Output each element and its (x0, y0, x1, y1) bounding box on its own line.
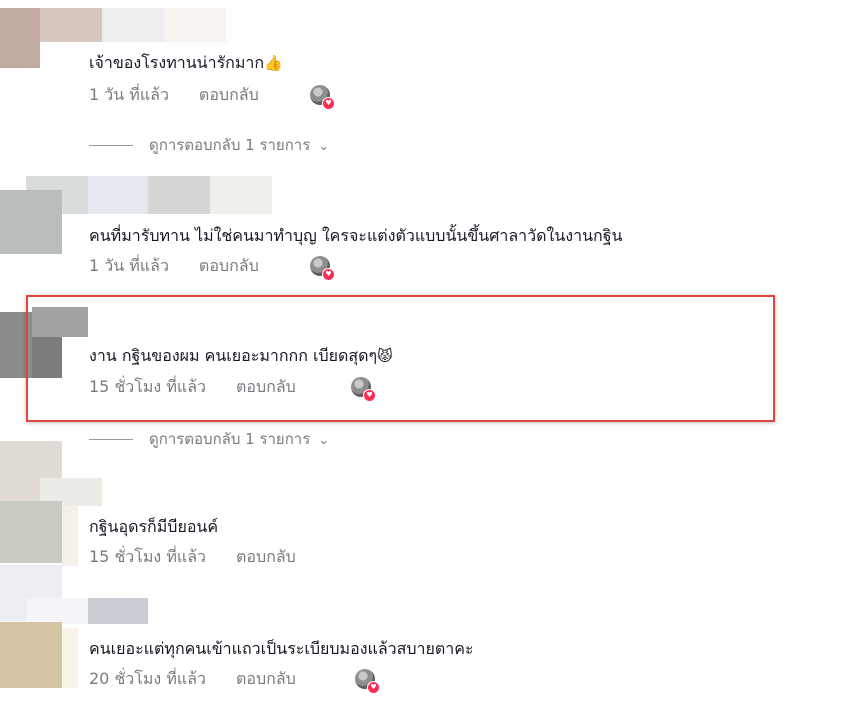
username-pixelated[interactable] (40, 8, 102, 42)
comment-text: กฐินอุดรก็มีบียอนค์ (89, 516, 218, 538)
liked-by-creator-avatar: ♥ (310, 85, 335, 110)
divider-line (89, 145, 133, 146)
avatar[interactable] (0, 190, 62, 254)
comment-text: คนที่มารับทาน ไม่ใช่คนมาทำบุญ ใครจะแต่งต… (89, 225, 622, 247)
reply-button[interactable]: ตอบกลับ (199, 255, 259, 277)
comment-text-body: กฐินอุดรก็มีบียอนค์ (89, 517, 219, 536)
avatar[interactable] (0, 8, 40, 68)
heart-icon: ♥ (367, 681, 380, 694)
comment-text-body: คนที่มารับทาน ไม่ใช่คนมาทำบุญ ใครจะแต่งต… (89, 226, 623, 245)
comment-meta: 15 ชั่วโมง ที่แล้ว ตอบกลับ (89, 546, 296, 568)
comment-meta: 1 วัน ที่แล้ว ตอบกลับ (89, 255, 259, 277)
username-pixelated (88, 176, 148, 214)
username-pixelated (102, 8, 164, 42)
view-replies-label: ดูการตอบกลับ 1 รายการ (149, 430, 311, 448)
comment-timestamp: 1 วัน ที่แล้ว (89, 256, 169, 275)
view-replies-button[interactable]: ดูการตอบกลับ 1 รายการ ⌄ (89, 428, 329, 450)
reply-button[interactable]: ตอบกลับ (236, 546, 296, 568)
chevron-down-icon: ⌄ (318, 139, 330, 154)
reply-button[interactable]: ตอบกลับ (199, 84, 259, 106)
thumbs-up-emoji: 👍 (264, 54, 283, 72)
comment-timestamp: 1 วัน ที่แล้ว (89, 85, 169, 104)
username-pixelated (62, 506, 78, 566)
comment-timestamp: 15 ชั่วโมง ที่แล้ว (89, 547, 206, 566)
view-replies-label: ดูการตอบกลับ 1 รายการ (149, 136, 311, 154)
username-pixelated (210, 176, 272, 214)
avatar (0, 501, 62, 563)
reply-button[interactable]: ตอบกลับ (236, 668, 296, 690)
comment-meta: 20 ชั่วโมง ที่แล้ว ตอบกลับ (89, 668, 296, 690)
comment-text-body: คนเยอะแต่ทุกคนเข้าแถวเป็นระเบียบมองแล้วส… (89, 639, 474, 658)
username-pixelated (88, 598, 148, 624)
comment-text: คนเยอะแต่ทุกคนเข้าแถวเป็นระเบียบมองแล้วส… (89, 638, 474, 660)
view-replies-button[interactable]: ดูการตอบกลับ 1 รายการ ⌄ (89, 134, 329, 156)
liked-by-creator-avatar: ♥ (310, 256, 335, 281)
username-pixelated[interactable] (26, 598, 88, 624)
username-pixelated (148, 176, 210, 214)
heart-icon: ♥ (322, 268, 335, 281)
highlight-box (26, 295, 775, 422)
username-pixelated (164, 8, 226, 42)
divider-line (89, 439, 133, 440)
comment-meta: 1 วัน ที่แล้ว ตอบกลับ (89, 84, 259, 106)
chevron-down-icon: ⌄ (318, 433, 330, 448)
comment-timestamp: 20 ชั่วโมง ที่แล้ว (89, 669, 206, 688)
username-pixelated (62, 628, 78, 688)
avatar (0, 622, 62, 688)
comment-text: เจ้าของโรงทานน่ารักมาก👍 (89, 52, 283, 74)
heart-icon: ♥ (322, 97, 335, 110)
comment-text-body: เจ้าของโรงทานน่ารักมาก (89, 53, 265, 72)
liked-by-creator-avatar: ♥ (355, 669, 380, 694)
